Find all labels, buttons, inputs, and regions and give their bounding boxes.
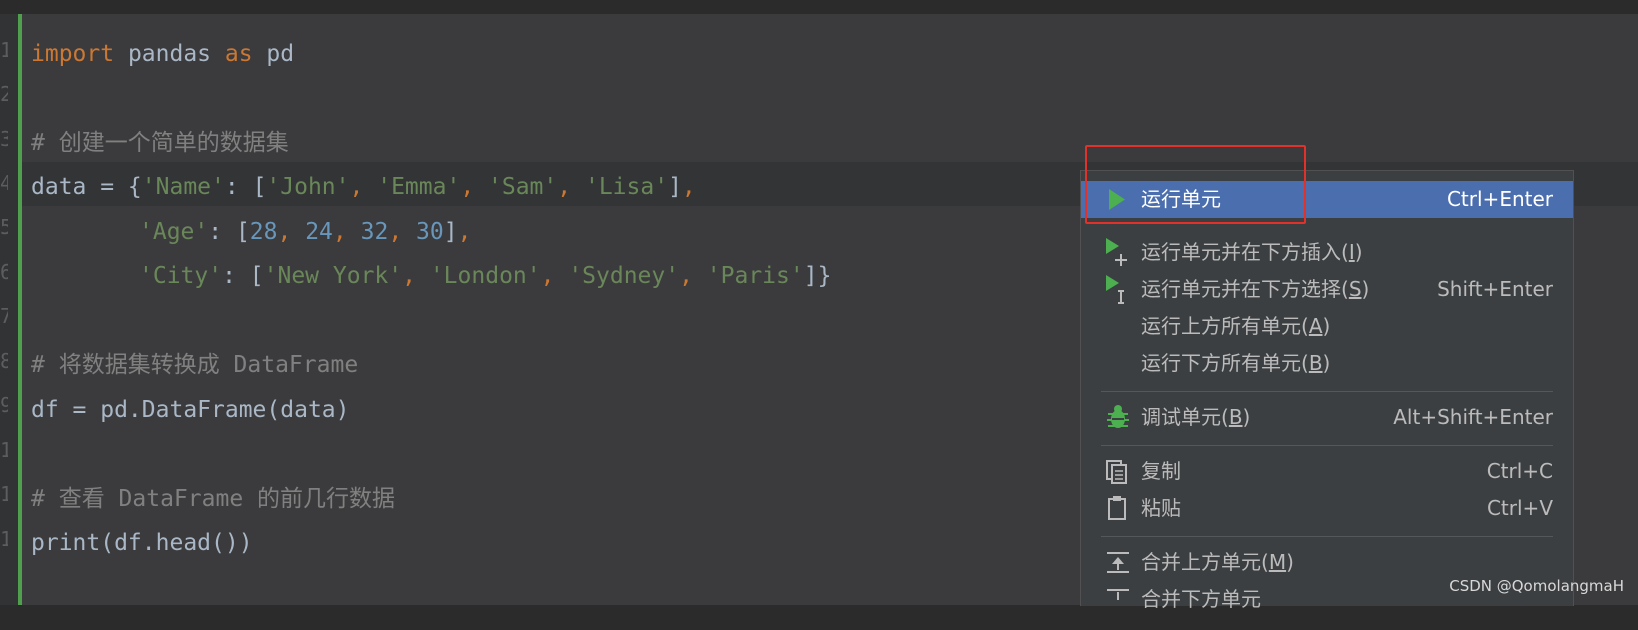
menu-item-merge-above[interactable]: 合并上方单元(M) [1081,544,1573,581]
menu-item-label: 运行上方所有单元( [1141,314,1309,338]
menu-item-run-insert-below[interactable]: 运行单元并在下方插入(I) [1081,234,1573,271]
menu-item-run-all-below[interactable]: 运行下方所有单元(B) [1081,345,1573,382]
menu-item-run-all-above[interactable]: 运行上方所有单元(A) [1081,308,1573,345]
top-bar [0,0,1638,14]
code-line-12[interactable]: print(df.head()) [31,521,253,565]
mnemonic: A [1308,314,1323,338]
menu-item-label: 复制 [1141,459,1181,483]
menu-item-label: 运行单元并在下方插入( [1141,240,1349,264]
line-number: 8 [0,349,8,373]
menu-item-shortcut: Ctrl+V [1486,496,1553,520]
context-menu: 运行单元 Ctrl+Enter 运行单元并在下方插入(I) 运行单元并在下方选择… [1080,170,1574,611]
merge-below-icon [1103,581,1133,618]
line-number: 5 [0,215,8,239]
menu-item-debug-cell[interactable]: 调试单元(B) Alt+Shift+Enter [1081,399,1573,436]
menu-item-label: 调试单元( [1141,405,1229,429]
menu-item-shortcut: Alt+Shift+Enter [1393,405,1553,429]
menu-separator [1101,536,1553,537]
mnemonic: B [1228,405,1243,429]
menu-item-label: 运行单元并在下方选择( [1141,277,1349,301]
cell-marker-bar[interactable] [18,14,22,605]
highlight-annotation-box [1085,145,1306,224]
line-number-gutter: 1 2 3 4 5 6 7 8 9 10 11 12 [0,14,18,605]
menu-item-label-end: ) [1361,277,1370,301]
menu-item-label-end: ) [1286,550,1294,574]
run-select-icon [1103,271,1133,308]
line-number: 7 [0,304,8,328]
code-line-3[interactable]: # 创建一个简单的数据集 [31,121,289,165]
menu-item-label-end: ) [1242,405,1251,429]
menu-item-label-end: ) [1354,240,1363,264]
line-number: 4 [0,171,8,195]
menu-item-label-end: ) [1322,314,1331,338]
code-line-6[interactable]: 'City': ['New York', 'London', 'Sydney',… [139,254,831,298]
menu-item-shortcut: Shift+Enter [1437,277,1553,301]
menu-item-label: 合并下方单元 [1141,587,1261,611]
line-number: 12 [0,527,8,551]
paste-icon [1103,490,1133,527]
code-line-11[interactable]: # 查看 DataFrame 的前几行数据 [31,477,395,521]
line-number: 10 [0,438,8,462]
line-number: 6 [0,260,8,284]
mnemonic: B [1308,351,1323,375]
code-line-5[interactable]: 'Age': [28, 24, 32, 30], [139,210,471,254]
watermark: CSDN @QomolangmaH [1449,577,1624,595]
run-insert-icon [1103,234,1133,271]
copy-icon [1103,453,1133,490]
code-line-1[interactable]: import pandas as pd [31,32,294,76]
menu-item-label-end: ) [1322,351,1331,375]
line-number: 2 [0,82,8,106]
merge-above-icon [1103,544,1133,581]
code-line-4[interactable]: data = {'Name': ['John', 'Emma', 'Sam', … [31,165,696,209]
line-number: 11 [0,482,8,506]
bug-icon [1103,399,1133,436]
line-number: 9 [0,393,8,417]
mnemonic: S [1348,277,1362,301]
menu-item-label: 粘贴 [1141,496,1181,520]
code-line-9[interactable]: df = pd.DataFrame(data) [31,388,350,432]
menu-separator [1101,445,1553,446]
menu-item-run-select-below[interactable]: 运行单元并在下方选择(S) Shift+Enter [1081,271,1573,308]
line-number: 1 [0,38,8,62]
code-line-8[interactable]: # 将数据集转换成 DataFrame [31,343,358,387]
menu-item-shortcut: Ctrl+Enter [1446,187,1553,211]
line-number: 3 [0,127,8,151]
menu-item-label: 合并上方单元( [1141,550,1269,574]
menu-item-shortcut: Ctrl+C [1486,459,1553,483]
menu-item-label: 运行下方所有单元( [1141,351,1309,375]
menu-item-paste[interactable]: 粘贴 Ctrl+V [1081,490,1573,527]
mnemonic: M [1268,550,1287,574]
menu-separator [1101,391,1553,392]
menu-item-copy[interactable]: 复制 Ctrl+C [1081,453,1573,490]
